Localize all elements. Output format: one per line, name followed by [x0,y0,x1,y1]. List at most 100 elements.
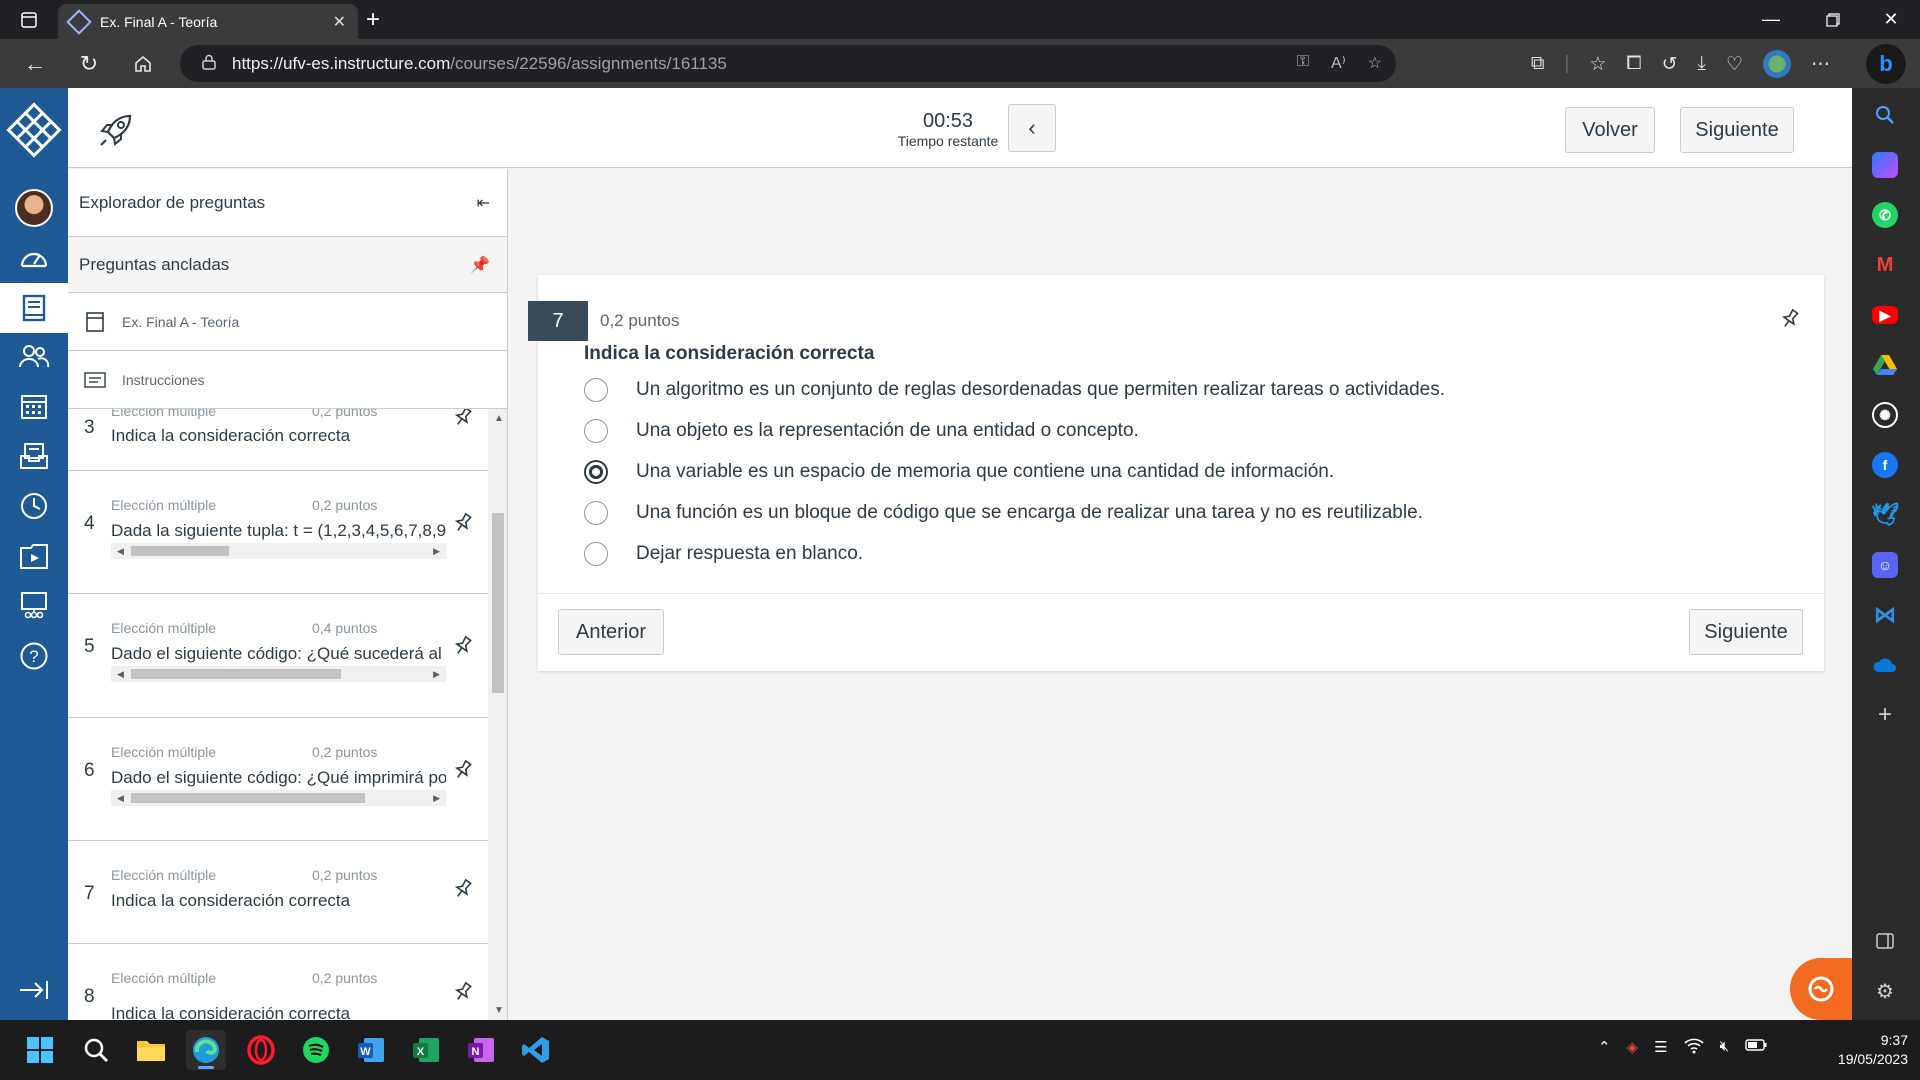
horizontal-scrollbar[interactable]: ◀ ▶ [111,790,446,806]
radio-button[interactable] [584,542,608,566]
inbox-icon[interactable] [14,436,54,476]
bing-copilot-icon[interactable]: b [1866,44,1906,84]
answer-option[interactable]: Una variable es un espacio de memoria qu… [584,457,1334,487]
gmail-icon[interactable]: M [1872,252,1898,278]
account-avatar[interactable] [14,188,54,228]
courses-icon[interactable] [0,283,68,333]
horizontal-scrollbar[interactable]: ◀ ▶ [111,543,446,559]
window-close-icon[interactable]: ✕ [1872,0,1910,39]
radio-button[interactable] [584,378,608,402]
studio-icon[interactable] [14,536,54,576]
pin-outline-icon[interactable] [451,980,475,1004]
hide-sidebar-icon[interactable] [1872,928,1898,954]
scroll-right-icon[interactable]: ▶ [433,666,440,682]
downloads-icon[interactable]: ⤓ [1698,53,1706,75]
system-clock[interactable]: 9:37 19/05/2023 [1818,1031,1908,1069]
edge-taskbar-icon[interactable] [186,1030,226,1070]
word-icon[interactable]: W [351,1030,391,1070]
answer-option[interactable]: Dejar respuesta en blanco. [584,539,863,569]
expand-nav-icon[interactable] [14,970,54,1010]
scrollbar-thumb[interactable] [131,669,341,679]
header-next-button[interactable]: Siguiente [1680,107,1794,153]
collapse-explorer-icon[interactable]: ⇤ [477,193,490,213]
home-icon[interactable] [126,47,160,81]
volume-muted-icon[interactable]: 🔇︎ [1720,1038,1729,1058]
search-icon[interactable] [76,1030,116,1070]
read-aloud-icon[interactable]: A⁾ [1331,53,1346,73]
next-button[interactable]: Siguiente [1689,609,1803,655]
scroll-left-icon[interactable]: ◀ [117,666,124,682]
whatsapp-icon[interactable]: ✆ [1872,202,1898,228]
sidebar-settings-icon[interactable]: ⚙ [1872,978,1898,1004]
pinned-questions-row[interactable]: Preguntas ancladas 📌 [68,237,507,293]
dashboard-icon[interactable] [14,238,54,278]
answer-option[interactable]: Un algoritmo es un conjunto de reglas de… [584,375,1445,405]
quiz-link[interactable]: Ex. Final A - Teoría [68,293,507,351]
instructions-link[interactable]: Instrucciones [68,351,507,409]
chevron-up-icon[interactable]: ⌃ [1598,1038,1611,1058]
scroll-left-icon[interactable]: ◀ [117,790,124,806]
copilot-icon[interactable] [1872,152,1898,178]
back-button[interactable]: Volver [1565,107,1655,153]
browser-essentials-icon[interactable]: ♡ [1726,53,1743,76]
back-arrow-icon[interactable]: ← [18,47,52,81]
history-icon[interactable] [14,486,54,526]
minimize-icon[interactable]: — [1752,0,1790,39]
maximize-icon[interactable] [1814,0,1852,39]
lock-icon[interactable] [202,54,216,74]
timer-collapse-button[interactable]: ‹ [1008,104,1056,152]
facebook-icon[interactable]: f [1872,452,1898,478]
answer-option[interactable]: Una función es un bloque de código que s… [584,498,1423,528]
question-item[interactable]: Elección múltiple 0,2 puntos 7 Indica la… [68,841,488,944]
pin-outline-icon[interactable] [451,409,475,429]
antivirus-icon[interactable]: ◈ [1627,1038,1639,1058]
file-explorer-icon[interactable] [131,1030,171,1070]
refresh-icon[interactable]: ↻ [72,47,106,81]
vscode-icon[interactable] [516,1030,556,1070]
collections-icon[interactable]: ⧠ [1626,53,1641,75]
radio-button[interactable] [584,501,608,525]
question-item[interactable]: Elección múltiple 0,2 puntos 6 Dado el s… [68,718,488,841]
visual-studio-icon[interactable]: ⋈ [1872,602,1898,628]
favorite-add-icon[interactable]: ☆ [1368,53,1382,73]
explorer-scrollbar[interactable]: ▲ ▼ [488,409,507,1020]
help-icon[interactable]: ? [14,636,54,676]
scrollbar-thumb[interactable] [131,546,229,556]
chatgpt-icon[interactable]: ✺ [1872,402,1898,428]
answer-option[interactable]: Una objeto es la representación de una e… [584,416,1139,446]
history-icon[interactable]: ↺ [1662,53,1678,76]
scroll-up-icon[interactable]: ▲ [494,413,504,424]
tab-actions-icon[interactable] [10,0,48,39]
pin-outline-icon[interactable] [451,634,475,658]
favorites-icon[interactable]: ☆ [1589,53,1606,76]
commons-icon[interactable] [14,586,54,626]
question-item[interactable]: Elección múltiple 0,2 puntos 4 Dada la s… [68,471,488,594]
onenote-icon[interactable]: N [461,1030,501,1070]
twitter-icon[interactable]: 🕊 [1871,502,1899,528]
scroll-right-icon[interactable]: ▶ [433,790,440,806]
onedrive-icon[interactable] [1872,652,1898,678]
scrollbar-thumb[interactable] [131,793,365,803]
add-sidebar-app-icon[interactable]: + [1872,701,1898,728]
youtube-icon[interactable]: ▶ [1872,306,1898,324]
question-item[interactable]: Elección múltiple 0,2 puntos 3 Indica la… [68,409,488,471]
pin-question-icon[interactable] [1778,307,1802,331]
pin-outline-icon[interactable] [451,511,475,535]
notifications-icon[interactable]: ☰ [1654,1038,1667,1058]
excel-icon[interactable]: X [406,1030,446,1070]
wifi-icon[interactable] [1684,1038,1704,1058]
spotify-icon[interactable] [296,1030,336,1070]
opera-icon[interactable] [241,1030,281,1070]
extensions-icon[interactable]: ⧉ [1531,53,1545,75]
address-bar[interactable]: https://ufv-es.instructure.com/courses/2… [180,45,1396,82]
groups-icon[interactable] [14,336,54,376]
scrollbar-thumb[interactable] [492,513,504,693]
question-item[interactable]: Elección múltiple 0,2 puntos 8 Indica la… [68,944,488,1020]
previous-button[interactable]: Anterior [558,609,664,655]
more-icon[interactable]: ⋯ [1811,53,1830,76]
tab-close-icon[interactable]: ✕ [333,12,346,32]
key-icon[interactable]: ⚿ [1297,53,1309,73]
pin-outline-icon[interactable] [451,758,475,782]
scroll-left-icon[interactable]: ◀ [117,543,124,559]
horizontal-scrollbar[interactable]: ◀ ▶ [111,666,446,682]
